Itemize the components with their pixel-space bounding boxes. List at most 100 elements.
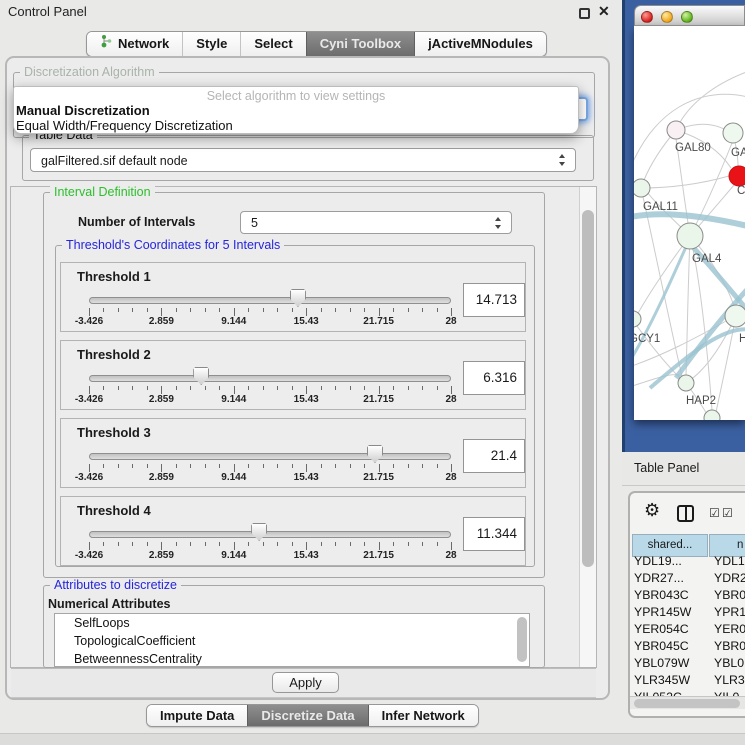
bottom-strip	[0, 733, 745, 745]
main-scrollbar-thumb[interactable]	[582, 210, 594, 567]
tick-label: 9.144	[221, 550, 246, 561]
slider-thumb[interactable]	[193, 367, 209, 385]
tab-select[interactable]: Select	[240, 32, 305, 56]
algorithm-option-equal-width[interactable]: Equal Width/Frequency Discretization	[16, 118, 233, 133]
algorithm-option-manual[interactable]: Manual Discretization	[16, 103, 150, 118]
tick-mark	[176, 386, 177, 390]
slider-track[interactable]	[89, 297, 451, 304]
slider-thumb[interactable]	[251, 523, 267, 541]
zoom-traffic-light-icon[interactable]	[681, 11, 693, 23]
slider-track[interactable]	[89, 375, 451, 382]
slider-thumb[interactable]	[367, 445, 383, 463]
tick-mark	[321, 308, 322, 312]
slider-track[interactable]	[89, 453, 451, 460]
table-hscrollbar-thumb[interactable]	[634, 699, 740, 708]
network-node-label: C	[737, 185, 745, 197]
gear-icon[interactable]: ⚙	[644, 500, 660, 521]
table-row[interactable]: YBR043CYBR0	[630, 588, 745, 605]
slider-track[interactable]	[89, 531, 451, 538]
network-node[interactable]	[723, 123, 743, 143]
table-row[interactable]: YBR045CYBR0	[630, 639, 745, 656]
algorithm-placeholder-item[interactable]: Select algorithm to view settings	[14, 89, 578, 103]
table-row[interactable]: YPR145WYPR1	[630, 605, 745, 622]
tick-mark	[408, 464, 409, 468]
control-panel-titlebar: Control Panel ✕	[0, 0, 620, 24]
numerical-attributes-list[interactable]: SelfLoops TopologicalCoefficient Between…	[54, 613, 530, 667]
slider-thumb[interactable]	[290, 289, 306, 307]
network-node[interactable]	[704, 410, 720, 420]
tab-label: Discretize Data	[261, 705, 354, 726]
table-hscrollbar[interactable]	[630, 696, 745, 709]
close-icon[interactable]: ✕	[598, 3, 610, 20]
tick-mark	[437, 542, 438, 546]
tick-mark	[451, 542, 452, 550]
tab-cyni-toolbox[interactable]: Cyni Toolbox	[306, 32, 414, 56]
tick-mark	[132, 464, 133, 468]
tab-infer-network[interactable]: Infer Network	[368, 705, 478, 726]
tick-mark	[219, 464, 220, 468]
float-window-icon[interactable]	[579, 8, 590, 19]
tick-mark	[219, 542, 220, 546]
list-scrollbar[interactable]	[517, 617, 527, 665]
table-row[interactable]: YLR345WYLR3	[630, 673, 745, 690]
tick-label: -3.426	[75, 472, 103, 483]
table-row[interactable]: YDR27...YDR2	[630, 571, 745, 588]
table-row[interactable]: YDL19...YDL1	[630, 554, 745, 571]
tab-discretize-data[interactable]: Discretize Data	[247, 705, 367, 726]
checkbox-icon[interactable]: ☑	[722, 506, 733, 520]
tick-label: 15.43	[294, 394, 319, 405]
tick-label: 21.715	[363, 316, 394, 327]
network-node[interactable]	[667, 121, 685, 139]
threshold-label: Threshold 4	[77, 503, 151, 518]
discretization-algorithm-title: Discretization Algorithm	[20, 65, 159, 79]
tab-jactivemnodules[interactable]: jActiveMNodules	[414, 32, 546, 56]
table-data-combobox[interactable]: galFiltered.sif default node	[30, 148, 576, 172]
table-cell: YDL19...	[634, 554, 682, 568]
network-edge	[636, 236, 690, 317]
main-scrollbar[interactable]	[579, 187, 596, 667]
table-cell: YDR27...	[634, 571, 684, 585]
network-node[interactable]	[678, 375, 694, 391]
network-node-label: GAL80	[675, 142, 711, 154]
threshold-value-field[interactable]: 11.344	[463, 517, 525, 551]
network-canvas[interactable]: GAL80GAGAL11GAL4GCY1HHAP2C	[634, 26, 745, 420]
threshold-value-field[interactable]: 21.4	[463, 439, 525, 473]
tick-mark	[234, 542, 235, 550]
checkbox-icon[interactable]: ☑	[709, 506, 720, 520]
number-of-intervals-spinner[interactable]: 5	[240, 211, 512, 234]
network-node[interactable]	[634, 179, 650, 197]
numerical-attributes-label: Numerical Attributes	[48, 597, 170, 611]
threshold-value-field[interactable]: 6.316	[463, 361, 525, 395]
tick-mark	[161, 542, 162, 550]
threshold-value-field[interactable]: 14.713	[463, 283, 525, 317]
tick-mark	[393, 542, 394, 546]
network-node[interactable]	[677, 223, 703, 249]
list-item[interactable]: TopologicalCoefficient	[55, 632, 529, 650]
tick-mark	[190, 464, 191, 468]
tab-style[interactable]: Style	[182, 32, 240, 56]
table-row[interactable]: YBL079WYBL0	[630, 656, 745, 673]
table-cell: YPR1	[714, 605, 745, 619]
tab-impute-data[interactable]: Impute Data	[147, 705, 247, 726]
table-cell: YLR3	[714, 673, 745, 687]
tick-mark	[306, 386, 307, 394]
bottom-tab-bar: Impute Data Discretize Data Infer Network	[146, 704, 479, 727]
tick-mark	[89, 542, 90, 550]
tick-mark	[219, 386, 220, 390]
tick-mark	[364, 386, 365, 390]
algorithm-dropdown-popup: Select algorithm to view settings Manual…	[13, 86, 579, 134]
minimize-traffic-light-icon[interactable]	[661, 11, 673, 23]
list-item[interactable]: BetweennessCentrality	[55, 650, 529, 667]
close-traffic-light-icon[interactable]	[641, 11, 653, 23]
list-item[interactable]: SelfLoops	[55, 614, 529, 632]
apply-button[interactable]: Apply	[272, 672, 339, 693]
table-row[interactable]: YER054CYER0	[630, 622, 745, 639]
network-node[interactable]	[725, 305, 745, 327]
list-scrollbar-thumb[interactable]	[517, 617, 527, 662]
network-window-titlebar[interactable]	[634, 5, 745, 26]
network-node[interactable]	[634, 311, 641, 327]
tab-network[interactable]: Network	[87, 32, 182, 56]
tick-mark	[335, 308, 336, 312]
column-layout-icon[interactable]	[677, 505, 694, 522]
network-node[interactable]	[729, 166, 745, 186]
